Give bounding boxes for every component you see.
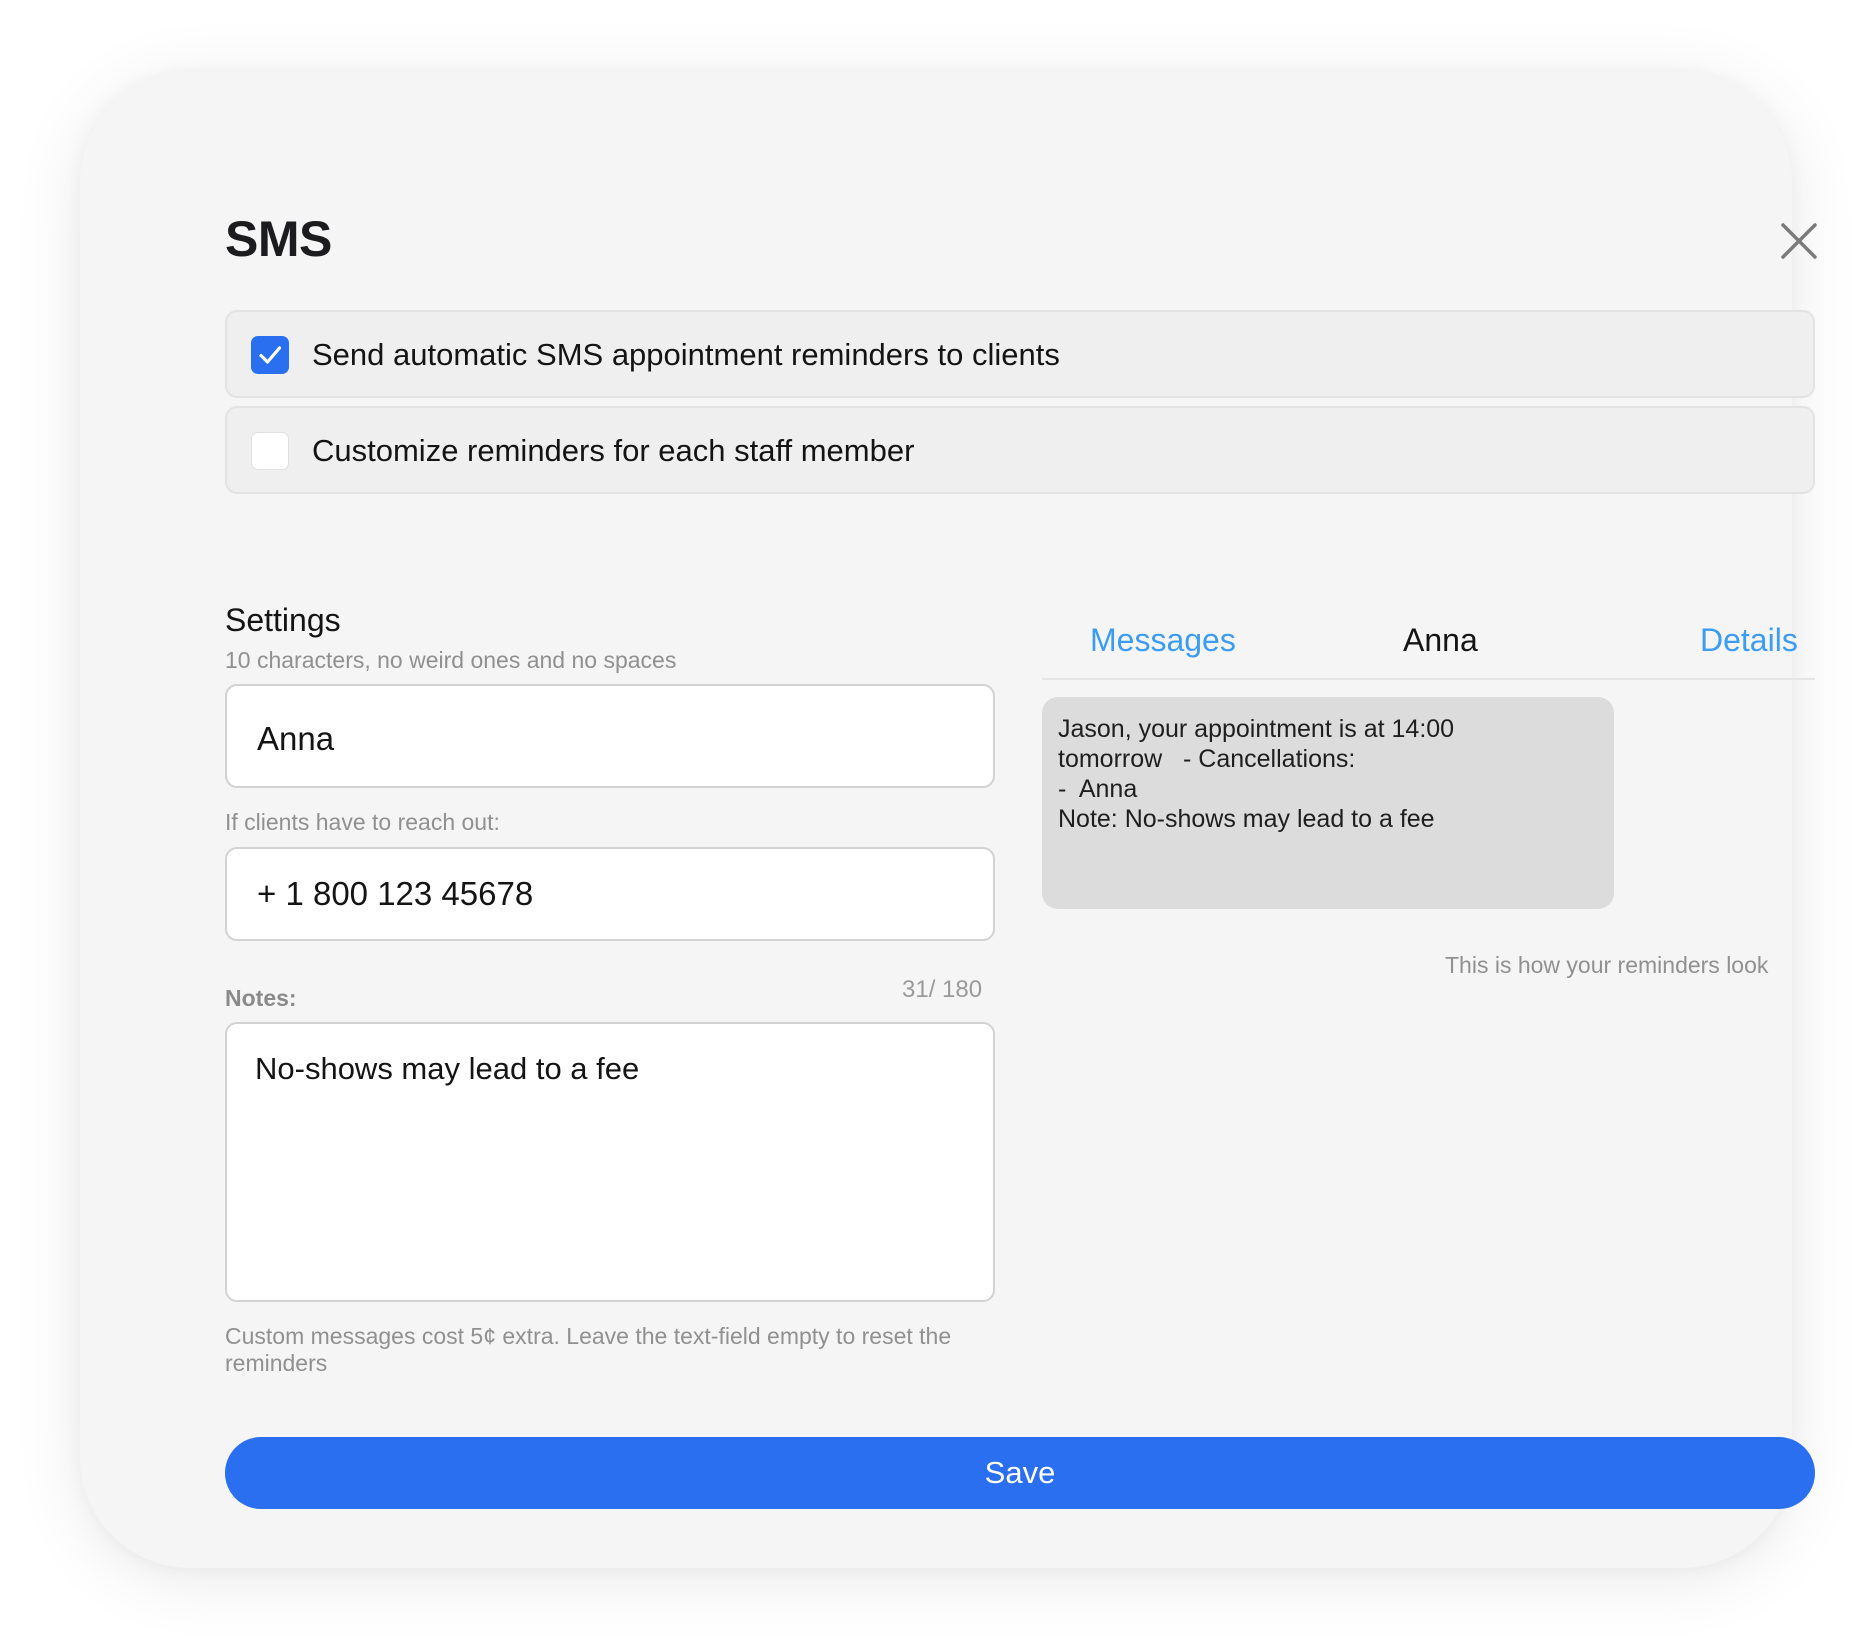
- sms-settings-modal: SMS Send automatic SMS appointment remin…: [80, 72, 1817, 1568]
- phone-value: + 1 800 123 45678: [257, 875, 534, 912]
- sms-preview-bubble: Jason, your appointment is at 14:00 tomo…: [1042, 697, 1614, 909]
- sender-name-hint: 10 characters, no weird ones and no spac…: [225, 647, 677, 673]
- customize-per-staff-option[interactable]: Customize reminders for each staff membe…: [225, 406, 1815, 494]
- notes-char-counter: 31/ 180: [902, 976, 983, 1003]
- notes-textarea[interactable]: No-shows may lead to a fee: [225, 1022, 995, 1302]
- tab-messages[interactable]: Messages: [1090, 622, 1236, 659]
- tab-details[interactable]: Details: [1700, 622, 1798, 659]
- custom-cost-hint-line: reminders: [225, 1350, 328, 1376]
- sender-name-value: Anna: [257, 720, 335, 757]
- checkmark-icon: [259, 346, 282, 364]
- modal-title: SMS: [225, 211, 332, 267]
- close-icon: [1781, 223, 1817, 259]
- preview-caption: This is how your reminders look: [1445, 952, 1769, 978]
- close-button[interactable]: [1776, 218, 1822, 264]
- auto-reminders-label: Send automatic SMS appointment reminders…: [312, 337, 1060, 372]
- bubble-line: Note: No-shows may lead to a fee: [1058, 805, 1435, 833]
- settings-heading: Settings: [225, 602, 341, 638]
- bubble-line: - Anna: [1058, 775, 1138, 803]
- notes-value: No-shows may lead to a fee: [255, 1051, 640, 1086]
- phone-hint: If clients have to reach out:: [225, 809, 500, 835]
- bubble-line: tomorrow - Cancellations:: [1058, 745, 1356, 773]
- custom-cost-hint: Custom messages cost 5¢ extra. Leave the…: [225, 1323, 951, 1377]
- auto-reminders-checkbox[interactable]: [251, 336, 289, 374]
- bubble-line: Jason, your appointment is at 14:00: [1058, 715, 1455, 743]
- custom-cost-hint-line: Custom messages cost 5¢ extra. Leave the…: [225, 1323, 952, 1349]
- auto-reminders-option[interactable]: Send automatic SMS appointment reminders…: [225, 310, 1815, 398]
- customize-per-staff-checkbox[interactable]: [251, 432, 289, 470]
- customize-per-staff-label: Customize reminders for each staff membe…: [312, 433, 915, 468]
- tab-divider: [1042, 678, 1815, 680]
- save-button[interactable]: Save: [225, 1437, 1815, 1509]
- sender-name-input[interactable]: Anna: [225, 684, 995, 788]
- notes-label: Notes:: [225, 985, 297, 1011]
- phone-input[interactable]: + 1 800 123 45678: [225, 847, 995, 941]
- tab-anna[interactable]: Anna: [1403, 622, 1478, 659]
